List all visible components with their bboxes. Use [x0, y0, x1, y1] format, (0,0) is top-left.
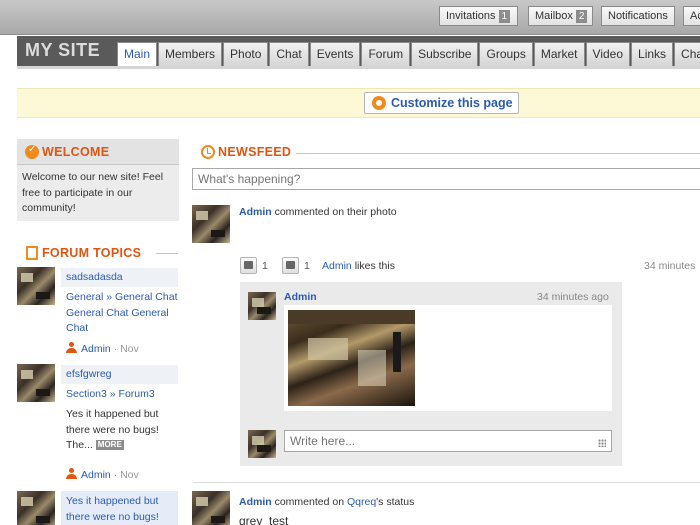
topic-breadcrumb[interactable]: General » General Chat General Chat Gene…	[66, 290, 178, 337]
post-action: commented on their photo	[274, 206, 397, 218]
tab-members[interactable]: Members	[158, 42, 223, 66]
like-button[interactable]	[282, 257, 299, 274]
forum-topics-title: FORUM TOPICS	[42, 246, 142, 260]
post-divider	[193, 482, 700, 483]
post-avatar[interactable]	[192, 491, 230, 525]
forum-header-rule	[156, 253, 178, 254]
newsfeed-title: NEWSFEED	[218, 145, 292, 159]
comment-author: Admin	[284, 291, 317, 303]
tab-events[interactable]: Events	[309, 42, 361, 66]
comment-photo[interactable]	[288, 310, 415, 406]
topic-author[interactable]: Admin	[81, 343, 111, 355]
likes-summary: Admin likes this	[322, 260, 395, 272]
site-header: MY SITE Main Members Photo Chat Events F…	[17, 36, 700, 69]
tab-links[interactable]: Links	[631, 42, 674, 66]
tab-forum[interactable]: Forum	[361, 42, 411, 66]
customize-page-button[interactable]: Customize this page	[364, 92, 519, 114]
topic-avatar[interactable]	[17, 491, 55, 525]
invitations-button[interactable]: Invitations 1	[439, 6, 518, 26]
tab-subscribe[interactable]: Subscribe	[411, 42, 479, 66]
reply-avatar	[248, 430, 276, 458]
welcome-header: WELCOME	[17, 139, 179, 165]
account-label: Ac	[690, 10, 700, 22]
post-target[interactable]: Qqreq	[347, 496, 376, 508]
reply-input[interactable]	[284, 430, 612, 452]
tab-groups[interactable]: Groups	[479, 42, 533, 66]
topic-excerpt: Yes it happened but there were no bugs! …	[66, 407, 178, 454]
more-button[interactable]: MORE	[95, 440, 124, 450]
topic-date: · Nov	[113, 469, 139, 481]
top-bar: Invitations1 Mailbox2 Notifications Ac	[0, 0, 700, 35]
topic-meta: Admin · Nov	[66, 468, 139, 481]
post-summary: Admin commented on their photo	[239, 206, 397, 218]
topic-author[interactable]: Admin	[81, 469, 111, 481]
post-author[interactable]: Admin	[239, 206, 272, 218]
comment-author-name[interactable]: Admin	[284, 291, 317, 303]
tab-chat[interactable]: Chat	[269, 42, 309, 66]
topic-date: · Nov	[113, 343, 139, 355]
tab-chat-2[interactable]: Chat	[674, 42, 700, 66]
post-summary: Admin commented on Qqreq's status	[239, 496, 414, 508]
like-count: 1	[304, 260, 310, 272]
invitations-count-badge: 1	[498, 10, 511, 23]
notifications-button[interactable]: Notifications	[601, 6, 675, 26]
tab-main[interactable]: Main	[117, 42, 158, 69]
customize-bar: Customize this page	[17, 88, 700, 118]
status-input[interactable]	[192, 168, 700, 190]
post-time: 34 minutes	[644, 260, 696, 272]
post-body: grey_test	[239, 514, 289, 525]
welcome-text: Welcome to our new site! Feel free to pa…	[17, 165, 179, 221]
topic-breadcrumb[interactable]: Section3 » Forum3	[66, 387, 178, 403]
thumbs-up-icon	[286, 261, 295, 269]
document-icon	[26, 246, 38, 260]
gear-icon	[372, 96, 386, 110]
post-author[interactable]: Admin	[239, 496, 272, 508]
likes-text: likes this	[354, 260, 395, 272]
comment-avatar[interactable]	[248, 292, 276, 320]
mailbox-label: Mailbox	[535, 10, 573, 22]
post-action: commented on	[274, 496, 345, 508]
mailbox-count-badge: 2	[575, 10, 588, 23]
mailbox-button[interactable]: Mailbox 2	[528, 6, 593, 26]
account-button[interactable]: Ac	[683, 6, 700, 26]
user-icon	[66, 468, 77, 479]
welcome-title: WELCOME	[42, 145, 110, 159]
comment-time: 34 minutes ago	[537, 291, 609, 303]
forum-topics-header: FORUM TOPICS	[17, 244, 179, 262]
topic-meta: Admin · Nov	[66, 342, 139, 355]
topic-avatar[interactable]	[17, 364, 55, 402]
post-suffix: 's status	[376, 496, 415, 508]
customize-label: Customize this page	[391, 96, 513, 110]
liker-name[interactable]: Admin	[322, 260, 352, 272]
invitations-label: Invitations	[446, 10, 496, 22]
tab-photo[interactable]: Photo	[223, 42, 269, 66]
topic-avatar[interactable]	[17, 267, 55, 305]
tab-video[interactable]: Video	[585, 42, 631, 66]
clock-icon	[201, 145, 215, 159]
tab-market[interactable]: Market	[533, 42, 585, 66]
speech-bubble-icon	[244, 261, 253, 269]
notifications-label: Notifications	[608, 10, 668, 22]
topic-highlight[interactable]: Yes it happened but there were no bugs!	[61, 491, 178, 525]
main-nav: Main Members Photo Chat Events Forum Sub…	[117, 42, 700, 69]
user-icon	[66, 342, 77, 353]
newsfeed-header-rule	[296, 153, 700, 154]
resize-grip-icon[interactable]	[598, 439, 606, 447]
site-logo[interactable]: MY SITE	[25, 40, 100, 61]
post-avatar[interactable]	[192, 205, 230, 243]
topic-title[interactable]: efsfgwreg	[61, 365, 178, 384]
comment-count: 1	[262, 260, 268, 272]
check-circle-icon	[25, 144, 39, 159]
header-divider	[17, 66, 700, 69]
comment-button[interactable]	[240, 257, 257, 274]
topic-title[interactable]: sadsadasda	[61, 268, 178, 287]
